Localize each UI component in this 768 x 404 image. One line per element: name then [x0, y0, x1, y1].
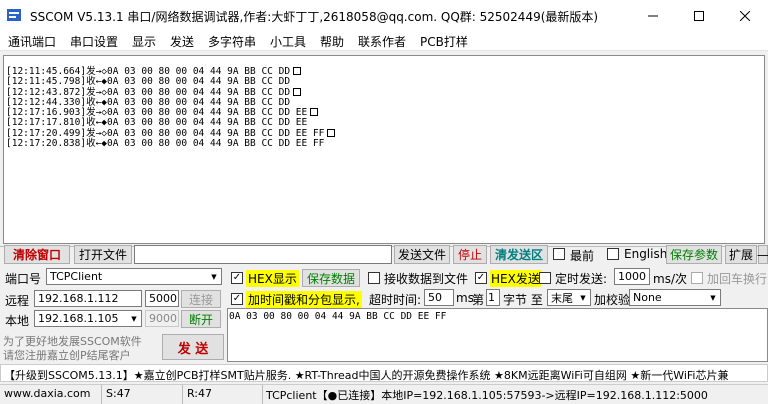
send-button[interactable]: 发 送 [162, 334, 224, 360]
log-data: 0A 03 00 80 00 04 44 9A BB CC DD EE FF [107, 138, 325, 150]
log-line: [12:17:20.838]收←◆0A 03 00 80 00 04 44 9A… [6, 138, 764, 150]
menu-send[interactable]: 发送 [170, 33, 194, 50]
byte-start-input[interactable]: 1 [486, 289, 500, 306]
interval-input[interactable]: 1000 [614, 268, 650, 285]
byte-to-label: 字节 至 [503, 293, 543, 307]
log-ts: [12:17:20.838] [6, 138, 87, 150]
close-button[interactable] [722, 0, 768, 31]
disconnect-button[interactable]: 断开 [181, 310, 221, 328]
clear-window-button[interactable]: 清除窗口 [4, 245, 70, 264]
menu-comm-port[interactable]: 通讯端口 [8, 33, 56, 50]
byte-end-value: 末尾 [551, 291, 573, 305]
menu-pcb[interactable]: PCB打样 [420, 33, 468, 50]
placeholder-box-icon [310, 108, 319, 117]
send-input[interactable]: 0A 03 00 80 00 04 44 9A BB CC DD EE FF [227, 308, 768, 362]
window-title: SSCOM V5.13.1 串口/网络数据调试器,作者:大虾丁丁,2618058… [30, 10, 599, 24]
open-file-button[interactable]: 打开文件 [74, 245, 132, 264]
english-label: English [624, 247, 668, 261]
close-icon [740, 10, 750, 21]
status-website[interactable]: www.daxia.com [4, 387, 91, 400]
remote-ip-input[interactable]: 192.168.1.112 [34, 290, 142, 307]
send-file-button[interactable]: 发送文件 [394, 245, 450, 264]
collapse-button[interactable]: — [757, 245, 768, 264]
timeout-input[interactable]: 50 [424, 289, 454, 306]
status-sent-count: S:47 [106, 387, 131, 400]
status-connection: TCPclient【●已连接】本地IP=192.168.1.105:57593-… [266, 389, 708, 402]
timestamp-checkbox[interactable]: ✓ [231, 293, 243, 305]
app-icon [7, 9, 21, 21]
always-on-top-label: 最前 [570, 249, 595, 263]
status-divider [262, 385, 263, 404]
hex-display-label: HEX显示 [246, 270, 299, 287]
local-ip-value: 192.168.1.105 [38, 312, 119, 325]
status-divider [182, 385, 183, 404]
expand-button[interactable]: 扩展 [725, 245, 757, 264]
checksum-label: 加校验 [594, 293, 631, 307]
stop-button[interactable]: 停止 [453, 245, 487, 264]
clear-send-button[interactable]: 清发送区 [490, 245, 548, 264]
checksum-value: None [633, 291, 662, 304]
chevron-down-icon: ▼ [131, 314, 137, 323]
placeholder-box-icon [293, 67, 302, 75]
checksum-select[interactable]: None ▼ [629, 289, 721, 306]
chevron-down-icon: ▼ [211, 272, 217, 281]
hex-display-checkbox[interactable]: ✓ [231, 272, 243, 284]
status-bar: www.daxia.com S:47 R:47 TCPclient【●已连接】本… [0, 384, 768, 404]
port-label: 端口号 [5, 272, 42, 286]
timed-send-label: 定时发送: [555, 272, 608, 286]
timestamp-label: 加时间戳和分包显示, [246, 291, 362, 308]
add-crlf-checkbox[interactable] [691, 272, 703, 284]
menu-bar: 通讯端口 串口设置 显示 发送 多字符串 小工具 帮助 联系作者 PCB打样 [0, 31, 768, 51]
send-content: 0A 03 00 80 00 04 44 9A BB CC DD EE FF [229, 311, 447, 322]
status-recv-count: R:47 [187, 387, 213, 400]
status-divider [101, 385, 102, 404]
local-port-input[interactable]: 9000 [145, 310, 179, 327]
port-value: TCPClient [50, 270, 103, 283]
maximize-icon [694, 10, 704, 21]
timeout-label: 超时时间: [369, 293, 422, 307]
minimize-button[interactable] [630, 0, 676, 31]
menu-help[interactable]: 帮助 [320, 33, 344, 50]
receive-area[interactable]: [12:11:45.664]发→◇0A 03 00 80 00 04 44 9A… [3, 55, 765, 244]
interval-unit: ms/次 [653, 272, 687, 286]
recv-to-file-label: 接收数据到文件 [384, 272, 469, 286]
file-path-input[interactable] [134, 245, 392, 264]
port-select[interactable]: TCPClient ▼ [46, 268, 222, 285]
byte-end-select[interactable]: 末尾 ▼ [547, 289, 591, 306]
english-checkbox[interactable] [607, 248, 619, 260]
title-bar: SSCOM V5.13.1 串口/网络数据调试器,作者:大虾丁丁,2618058… [0, 0, 768, 31]
placeholder-box-icon [293, 87, 302, 96]
news-ticker[interactable]: 【升级到SSCOM5.13.1】★嘉立创PCB打样SMT贴片服务. ★RT-Th… [0, 364, 768, 382]
timed-send-checkbox[interactable] [539, 272, 551, 284]
remote-label: 远程 [5, 294, 30, 308]
connect-button[interactable]: 连接 [181, 290, 221, 308]
placeholder-box-icon [327, 128, 336, 137]
always-on-top-checkbox[interactable] [553, 248, 565, 260]
menu-serial-settings[interactable]: 串口设置 [70, 33, 118, 50]
local-label: 本地 [5, 314, 30, 328]
menu-display[interactable]: 显示 [132, 33, 156, 50]
chevron-down-icon: ▼ [580, 293, 586, 302]
maximize-button[interactable] [676, 0, 722, 31]
save-data-button[interactable]: 保存数据 [302, 269, 360, 287]
menu-contact-author[interactable]: 联系作者 [358, 33, 406, 50]
remote-port-input[interactable]: 5000 [145, 290, 179, 307]
minimize-icon [648, 15, 658, 16]
chevron-down-icon: ▼ [710, 293, 716, 302]
save-params-button[interactable]: 保存参数 [666, 245, 722, 264]
recv-to-file-checkbox[interactable] [368, 272, 380, 284]
log-dir: 收←◆ [86, 138, 108, 150]
hex-send-checkbox[interactable]: ✓ [475, 272, 487, 284]
menu-multi-string[interactable]: 多字符串 [208, 33, 256, 50]
menu-tools[interactable]: 小工具 [270, 33, 306, 50]
promo-line-2: 请您注册嘉立创P结尾客户 [3, 349, 131, 362]
local-ip-select[interactable]: 192.168.1.105 ▼ [34, 310, 142, 327]
hex-send-label: HEX发送 [490, 270, 541, 287]
add-crlf-label: 加回车换行 [707, 272, 768, 286]
byte-from-prefix: 第 [472, 293, 485, 307]
